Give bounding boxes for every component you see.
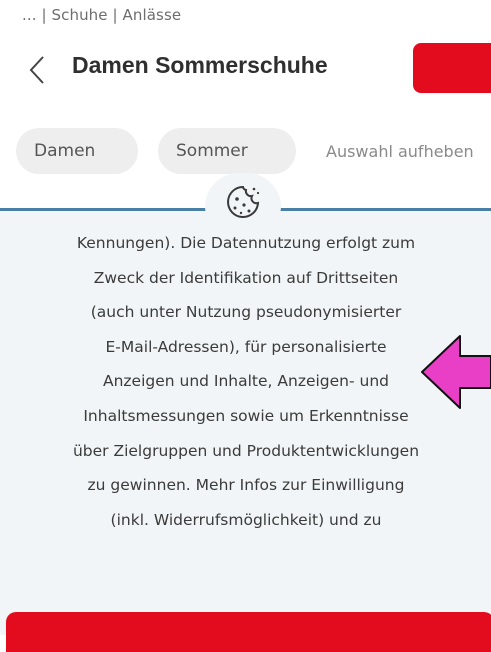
consent-text-line: über Zielgruppen und Produktentwicklunge… (72, 441, 420, 460)
consent-text-line: Anzeigen und Inhalte, Anzeigen- und (102, 372, 390, 391)
consent-text-line: Zweck der Identifikation auf Drittseiten (93, 268, 399, 287)
filter-chip-damen[interactable]: Damen (16, 128, 138, 174)
consent-text-line: zu gewinnen. Mehr Infos zur Einwilligung (87, 476, 405, 495)
page-title: Damen Sommerschuhe (72, 52, 328, 78)
consent-text-line: (auch unter Nutzung pseudonymisierter (90, 303, 402, 322)
chevron-left-icon[interactable] (26, 54, 50, 86)
cookie-icon (227, 185, 260, 218)
accept-button[interactable] (6, 612, 491, 652)
breadcrumb[interactable]: ... | Schuhe | Anlässe (22, 6, 181, 24)
header-action-button[interactable] (413, 43, 491, 93)
consent-text-line: (inkl. Widerrufsmöglichkeit) und zu (110, 510, 382, 529)
consent-text: Kennungen). Die Datennutzung erfolgt zum… (18, 226, 474, 537)
clear-selection-link[interactable]: Auswahl aufheben (326, 142, 474, 161)
filter-chip-sommer[interactable]: Sommer (158, 128, 296, 174)
consent-text-line: Inhaltsmessungen sowie um Erkenntnisse (83, 406, 409, 425)
consent-text-line: Kennungen). Die Datennutzung erfolgt zum (76, 234, 416, 252)
consent-text-line: E-Mail-Adressen), für personalisierte (105, 337, 387, 356)
arrow-left-icon[interactable] (420, 334, 491, 410)
